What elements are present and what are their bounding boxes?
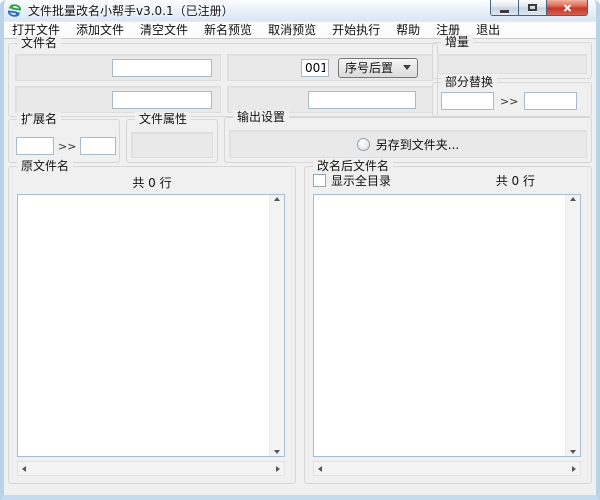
sequence-mode-value: 序号后置: [345, 59, 393, 76]
minimize-button[interactable]: [490, 0, 519, 16]
menu-preview-names[interactable]: 新名预览: [196, 22, 260, 38]
chevron-down-icon: [403, 65, 411, 70]
menu-add-files[interactable]: 添加文件: [68, 22, 132, 38]
filename-panel-3: [227, 86, 433, 113]
partial-replace-group: 部分替换 >>: [432, 82, 592, 117]
menu-cancel-preview[interactable]: 取消预览: [260, 22, 324, 38]
scroll-right-icon[interactable]: [572, 466, 576, 472]
source-count-label: 共 0 行: [9, 174, 295, 191]
scroll-left-icon[interactable]: [22, 466, 26, 472]
filename-group: 文件名 序号后置: [8, 43, 438, 117]
title-bar[interactable]: 文件批量改名小帮手v3.0.1（已注册）: [0, 0, 600, 22]
renamed-files-group: 改名后文件名 显示全目录 共 0 行: [304, 166, 592, 484]
scroll-up-icon[interactable]: [570, 197, 576, 201]
show-full-dir-label: 显示全目录: [331, 172, 391, 189]
source-files-list[interactable]: [17, 194, 285, 457]
file-attributes-group-label: 文件属性: [135, 112, 191, 127]
extension-to-input[interactable]: [80, 137, 116, 155]
renamed-count-label: 共 0 行: [496, 172, 535, 189]
filename-group-label: 文件名: [17, 36, 61, 51]
extension-from-input[interactable]: [16, 137, 54, 155]
menu-bar: 打开文件 添加文件 清空文件 新名预览 取消预览 开始执行 帮助 注册 退出: [0, 22, 600, 39]
sequence-start-input[interactable]: [301, 59, 329, 77]
scroll-down-icon[interactable]: [274, 450, 280, 454]
save-to-folder-radio[interactable]: [357, 138, 370, 151]
file-attributes-panel: [131, 132, 213, 158]
replace-arrow-label: >>: [500, 95, 518, 108]
file-attributes-group: 文件属性: [126, 119, 218, 163]
scroll-down-icon[interactable]: [570, 450, 576, 454]
app-window: 文件批量改名小帮手v3.0.1（已注册） 打开文件 添加文件 清空文件 新名预览…: [0, 0, 600, 500]
sequence-mode-select[interactable]: 序号后置: [338, 58, 418, 78]
menu-exit[interactable]: 退出: [468, 22, 508, 38]
sequence-panel: 序号后置: [227, 54, 433, 81]
renamed-files-list[interactable]: [313, 194, 581, 457]
filename-panel-1: [15, 54, 221, 81]
scroll-right-icon[interactable]: [276, 466, 280, 472]
filename-panel-2: [15, 86, 221, 113]
maximize-button[interactable]: [518, 0, 547, 16]
renamed-list-header: 显示全目录 共 0 行: [313, 172, 583, 189]
app-logo-icon: [7, 3, 22, 18]
source-vertical-scrollbar[interactable]: [269, 195, 284, 456]
extension-group-label: 扩展名: [17, 112, 61, 127]
partial-replace-group-label: 部分替换: [441, 75, 497, 90]
output-settings-group: 输出设置 另存到文件夹...: [224, 117, 592, 163]
filename-input-2[interactable]: [112, 91, 212, 109]
source-horizontal-scrollbar[interactable]: [17, 461, 285, 476]
renamed-files-list-content[interactable]: [314, 195, 565, 456]
client-area: 文件名 序号后置 增量 部分替换: [4, 39, 596, 494]
extension-group: 扩展名 >>: [8, 119, 120, 163]
maximize-icon: [528, 4, 537, 11]
scroll-left-icon[interactable]: [318, 466, 322, 472]
renamed-vertical-scrollbar[interactable]: [565, 195, 580, 456]
replace-to-input[interactable]: [524, 92, 577, 110]
output-settings-panel: 另存到文件夹...: [229, 130, 587, 158]
source-files-group-label: 原文件名: [17, 159, 73, 174]
increment-panel: [437, 54, 587, 74]
minimize-icon: [500, 10, 509, 13]
window-title: 文件批量改名小帮手v3.0.1（已注册）: [28, 2, 234, 19]
source-files-list-content[interactable]: [18, 195, 269, 456]
replace-from-input[interactable]: [441, 92, 494, 110]
increment-group: 增量: [432, 42, 592, 79]
output-settings-group-label: 输出设置: [233, 110, 289, 125]
renamed-horizontal-scrollbar[interactable]: [313, 461, 581, 476]
close-button[interactable]: [546, 0, 588, 16]
save-to-folder-label: 另存到文件夹...: [376, 136, 459, 153]
close-icon: [562, 2, 573, 13]
menu-help[interactable]: 帮助: [388, 22, 428, 38]
increment-group-label: 增量: [441, 35, 473, 50]
extension-arrow-label: >>: [58, 140, 76, 153]
show-full-dir-checkbox[interactable]: [313, 174, 326, 187]
filename-input-1[interactable]: [112, 59, 212, 77]
menu-execute[interactable]: 开始执行: [324, 22, 388, 38]
scroll-up-icon[interactable]: [274, 197, 280, 201]
window-controls: [491, 0, 588, 16]
filename-extra-input[interactable]: [308, 91, 416, 109]
menu-clear-files[interactable]: 清空文件: [132, 22, 196, 38]
source-files-group: 原文件名 共 0 行: [8, 166, 296, 484]
